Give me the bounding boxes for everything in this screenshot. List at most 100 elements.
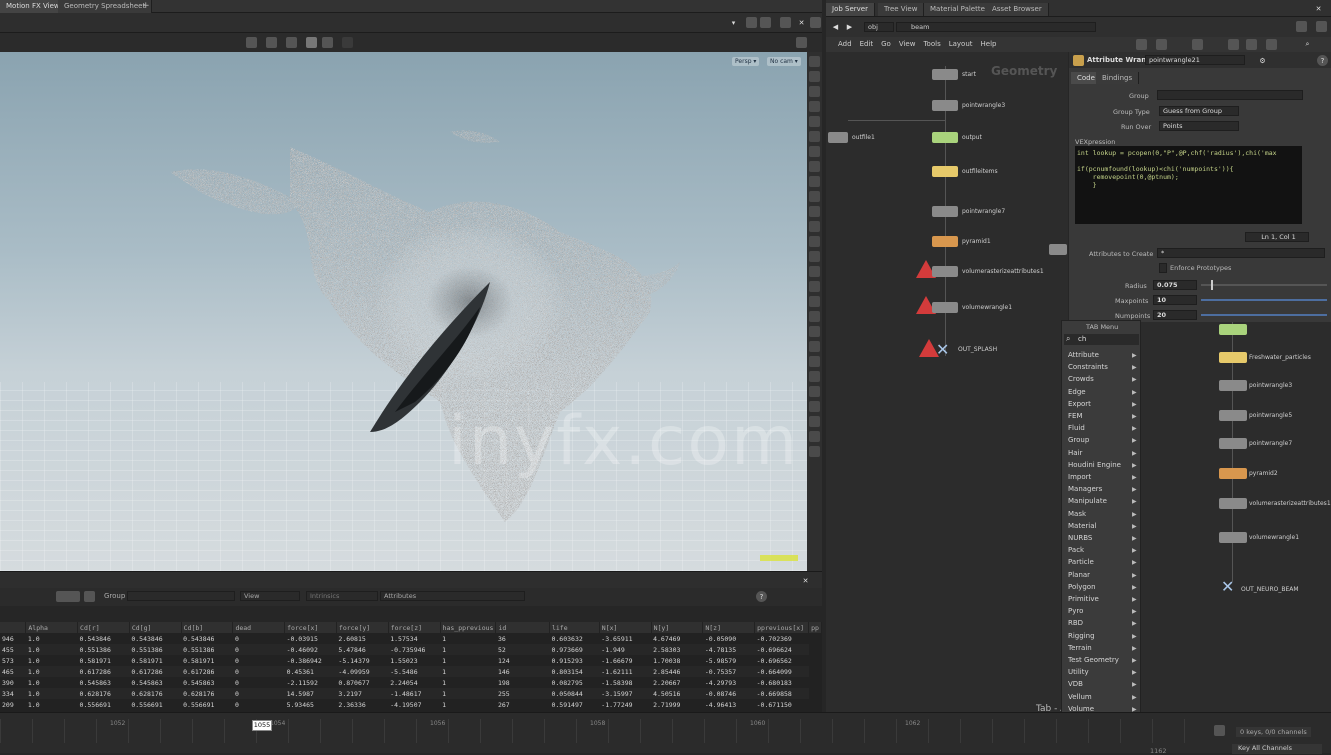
slider-handle[interactable] [1211,280,1213,290]
tab-menu-item[interactable]: Planar [1068,571,1090,579]
group-field[interactable] [127,591,235,601]
menu-item-add[interactable]: Add [838,40,852,48]
pin-icon[interactable] [760,17,771,28]
display-option-icon[interactable] [809,266,820,277]
network-node[interactable] [1219,352,1247,363]
vex-code-editor[interactable]: int lookup = pcopen(0,"P",@P,chf('radius… [1075,146,1302,224]
display-option-icon[interactable] [809,131,820,142]
key-icon[interactable] [1214,725,1225,736]
network-node[interactable] [932,100,958,111]
forward-arrow-icon[interactable]: ▶ [844,21,855,32]
select-tool-icon[interactable] [246,37,257,48]
network-node[interactable] [932,206,958,217]
node-icon[interactable] [84,591,95,602]
display-option-icon[interactable] [809,326,820,337]
display-option-icon[interactable] [809,116,820,127]
close-icon[interactable]: ✕ [1313,3,1324,14]
column-header[interactable] [0,622,27,633]
persp-menu[interactable]: Persp ▾ [732,57,760,66]
display-option-icon[interactable] [809,416,820,427]
tab-menu-item[interactable]: Material [1068,522,1096,530]
tab-menu-item[interactable]: Polygon [1068,583,1096,591]
display-option-icon[interactable] [809,56,820,67]
run-over-dropdown[interactable]: Points [1159,121,1239,131]
tab-menu-item[interactable]: Houdini Engine [1068,461,1121,469]
network-node[interactable] [1219,532,1247,543]
column-header[interactable]: force[x] [284,622,337,633]
obj-path[interactable]: obj [864,22,894,32]
display-option-icon[interactable] [809,101,820,112]
maxpoints-field[interactable]: 10 [1153,295,1197,305]
network-node[interactable] [1219,438,1247,449]
tab-menu-search[interactable]: ⌕ ch [1064,334,1139,345]
table-row[interactable]: 209 1.0 0.556691 0.556691 0.556691 0 5.93465 2.… [0,699,822,710]
camera-menu[interactable]: No cam ▾ [767,57,801,66]
output-node-icon[interactable]: ✕ [936,340,949,359]
maximize-icon[interactable] [1316,21,1327,32]
close-icon[interactable]: ✕ [796,17,807,28]
tab-menu-item[interactable]: Terrain [1068,644,1092,652]
pose-tool-icon[interactable] [322,37,333,48]
current-frame-marker[interactable]: 1055 [252,720,272,731]
tab-menu-item[interactable]: Crowds [1068,375,1094,383]
network-node[interactable] [1049,244,1067,255]
tab-menu-item[interactable]: RBD [1068,619,1083,627]
menu-item-tools[interactable]: Tools [923,40,940,48]
network-node[interactable] [1219,324,1247,335]
network-node[interactable] [932,69,958,80]
column-header[interactable]: force[z] [388,622,441,633]
tab-motion-fx-view[interactable]: Motion FX View [0,0,67,13]
tab-menu-item[interactable]: Utility [1068,668,1089,676]
tab-menu-item[interactable]: Test Geometry [1068,656,1119,664]
column-header[interactable]: Cd[g] [129,622,182,633]
toolbar-icon[interactable] [1246,39,1257,50]
column-header[interactable]: N[y] [651,622,704,633]
tab-menu-item[interactable]: Edge [1068,388,1086,396]
column-header[interactable]: N[z] [702,622,756,633]
menu-item-layout[interactable]: Layout [949,40,973,48]
display-option-icon[interactable] [809,356,820,367]
tab-menu-item[interactable]: Rigging [1068,632,1095,640]
tab-menu-item[interactable]: NURBS [1068,534,1092,542]
display-option-icon[interactable] [809,236,820,247]
intrinsics-dropdown[interactable]: Intrinsics [306,591,378,601]
attributes-dropdown[interactable]: Attributes [380,591,525,601]
display-option-icon[interactable] [809,221,820,232]
toolbar-icon[interactable] [1136,39,1147,50]
display-option-icon[interactable] [809,71,820,82]
tab-menu-item[interactable]: Manipulate [1068,497,1107,505]
toolbar-icon[interactable] [1266,39,1277,50]
tab-menu-item[interactable]: Particle [1068,558,1094,566]
display-option-icon[interactable] [809,281,820,292]
network-node[interactable] [932,236,958,247]
settings-icon[interactable] [780,17,791,28]
network-node[interactable] [1219,498,1247,509]
help-icon[interactable]: ? [756,591,767,602]
display-option-icon[interactable] [809,446,820,457]
table-row[interactable]: 455 1.0 0.551386 0.551386 0.551386 0 -0.46092 5… [0,644,822,655]
tab-menu-item[interactable]: Mask [1068,510,1086,518]
network-node[interactable] [932,132,958,143]
menu-item-help[interactable]: Help [981,40,997,48]
maximize-icon[interactable] [810,17,821,28]
tab-menu-item[interactable]: Pack [1068,546,1084,554]
network-node[interactable] [1219,380,1247,391]
toolbar-icon[interactable] [1156,39,1167,50]
group-type-dropdown[interactable]: Guess from Group [1159,106,1239,116]
attr-create-field[interactable]: * [1157,248,1325,258]
back-arrow-icon[interactable]: ◀ [830,21,841,32]
tab-menu-item[interactable]: Import [1068,473,1091,481]
table-row[interactable]: 573 1.0 0.581971 0.581971 0.581971 0 -0.386942… [0,655,822,666]
network-node[interactable] [932,302,958,313]
add-tab-icon[interactable]: + [142,1,150,11]
filter-icon[interactable] [56,591,80,602]
scene-viewport[interactable]: Persp ▾ No cam ▾ inyfx.com [0,52,807,571]
node-name-field[interactable]: pointwrangle21 [1145,55,1245,65]
tab-asset-browser[interactable]: Asset Browser [986,3,1049,16]
tab-menu-item[interactable]: VDB [1068,680,1083,688]
table-row[interactable]: 334 1.0 0.628176 0.628176 0.628176 0 14.5987 3.… [0,688,822,699]
menu-item-edit[interactable]: Edit [860,40,874,48]
rotate-tool-icon[interactable] [286,37,297,48]
tab-material-palette[interactable]: Material Palette [924,3,992,16]
chevron-down-icon[interactable]: ▾ [728,17,739,28]
